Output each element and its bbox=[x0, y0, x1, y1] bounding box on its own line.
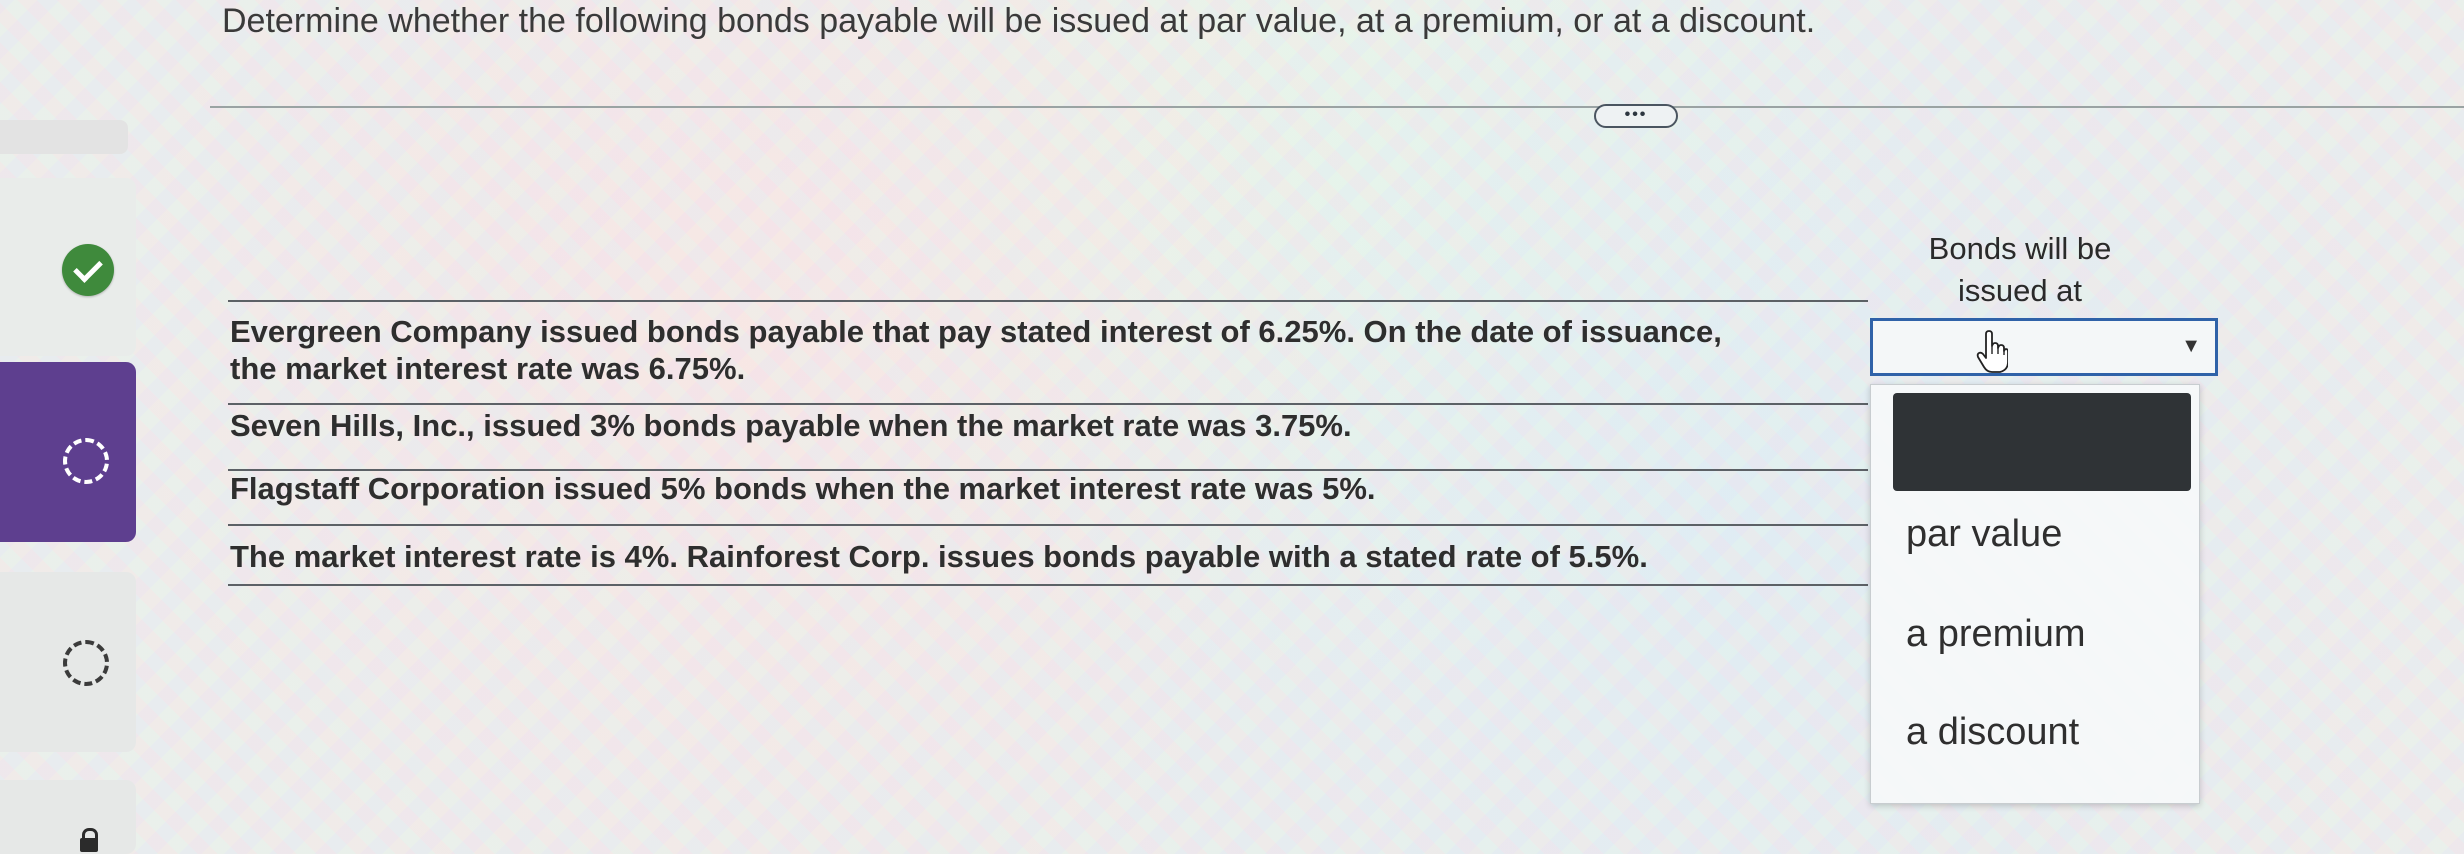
table-row-divider bbox=[228, 524, 1868, 526]
column-header-line-1: Bonds will be bbox=[1928, 231, 2112, 266]
dropdown-option-discount[interactable]: a discount bbox=[1906, 711, 2079, 754]
table-top-rule bbox=[228, 300, 1868, 302]
question-navigation-rail bbox=[0, 0, 140, 854]
dashed-circle-icon bbox=[63, 438, 109, 484]
dropdown-option-blank[interactable] bbox=[1893, 393, 2191, 491]
table-row-3-statement: Flagstaff Corporation issued 5% bonds wh… bbox=[230, 471, 1376, 506]
section-divider bbox=[210, 106, 2464, 108]
table-row-1-statement: Evergreen Company issued bonds payable t… bbox=[230, 313, 1722, 387]
dashed-circle-icon bbox=[63, 640, 109, 686]
table-row-2-statement: Seven Hills, Inc., issued 3% bonds payab… bbox=[230, 408, 1352, 443]
issued-at-select-row-1[interactable]: ▼ bbox=[1870, 318, 2218, 376]
question-card-4[interactable] bbox=[0, 780, 136, 854]
dropdown-option-par-value[interactable]: par value bbox=[1906, 513, 2062, 556]
rail-top-tab[interactable] bbox=[0, 120, 128, 154]
table-row-1-line-1: Evergreen Company issued bonds payable t… bbox=[230, 314, 1722, 349]
check-circle-icon bbox=[62, 244, 114, 296]
table-bottom-rule bbox=[228, 584, 1868, 586]
question-instructions: Determine whether the following bonds pa… bbox=[222, 2, 1816, 40]
issued-at-dropdown-menu: par value a premium a discount bbox=[1870, 384, 2200, 804]
lock-icon bbox=[80, 828, 98, 852]
chevron-down-icon[interactable]: ▼ bbox=[2181, 335, 2201, 358]
expand-more-button[interactable]: ••• bbox=[1594, 104, 1678, 128]
table-row-1-line-2: the market interest rate was 6.75%. bbox=[230, 351, 746, 386]
table-row-4-statement: The market interest rate is 4%. Rainfore… bbox=[230, 539, 1648, 574]
column-header-line-2: issued at bbox=[1957, 273, 2083, 308]
table-row-divider bbox=[228, 403, 1868, 405]
dropdown-option-premium[interactable]: a premium bbox=[1906, 613, 2086, 656]
column-header-issued-at: Bonds will be issued at bbox=[1870, 228, 2170, 312]
hand-pointer-icon bbox=[1976, 330, 2008, 373]
